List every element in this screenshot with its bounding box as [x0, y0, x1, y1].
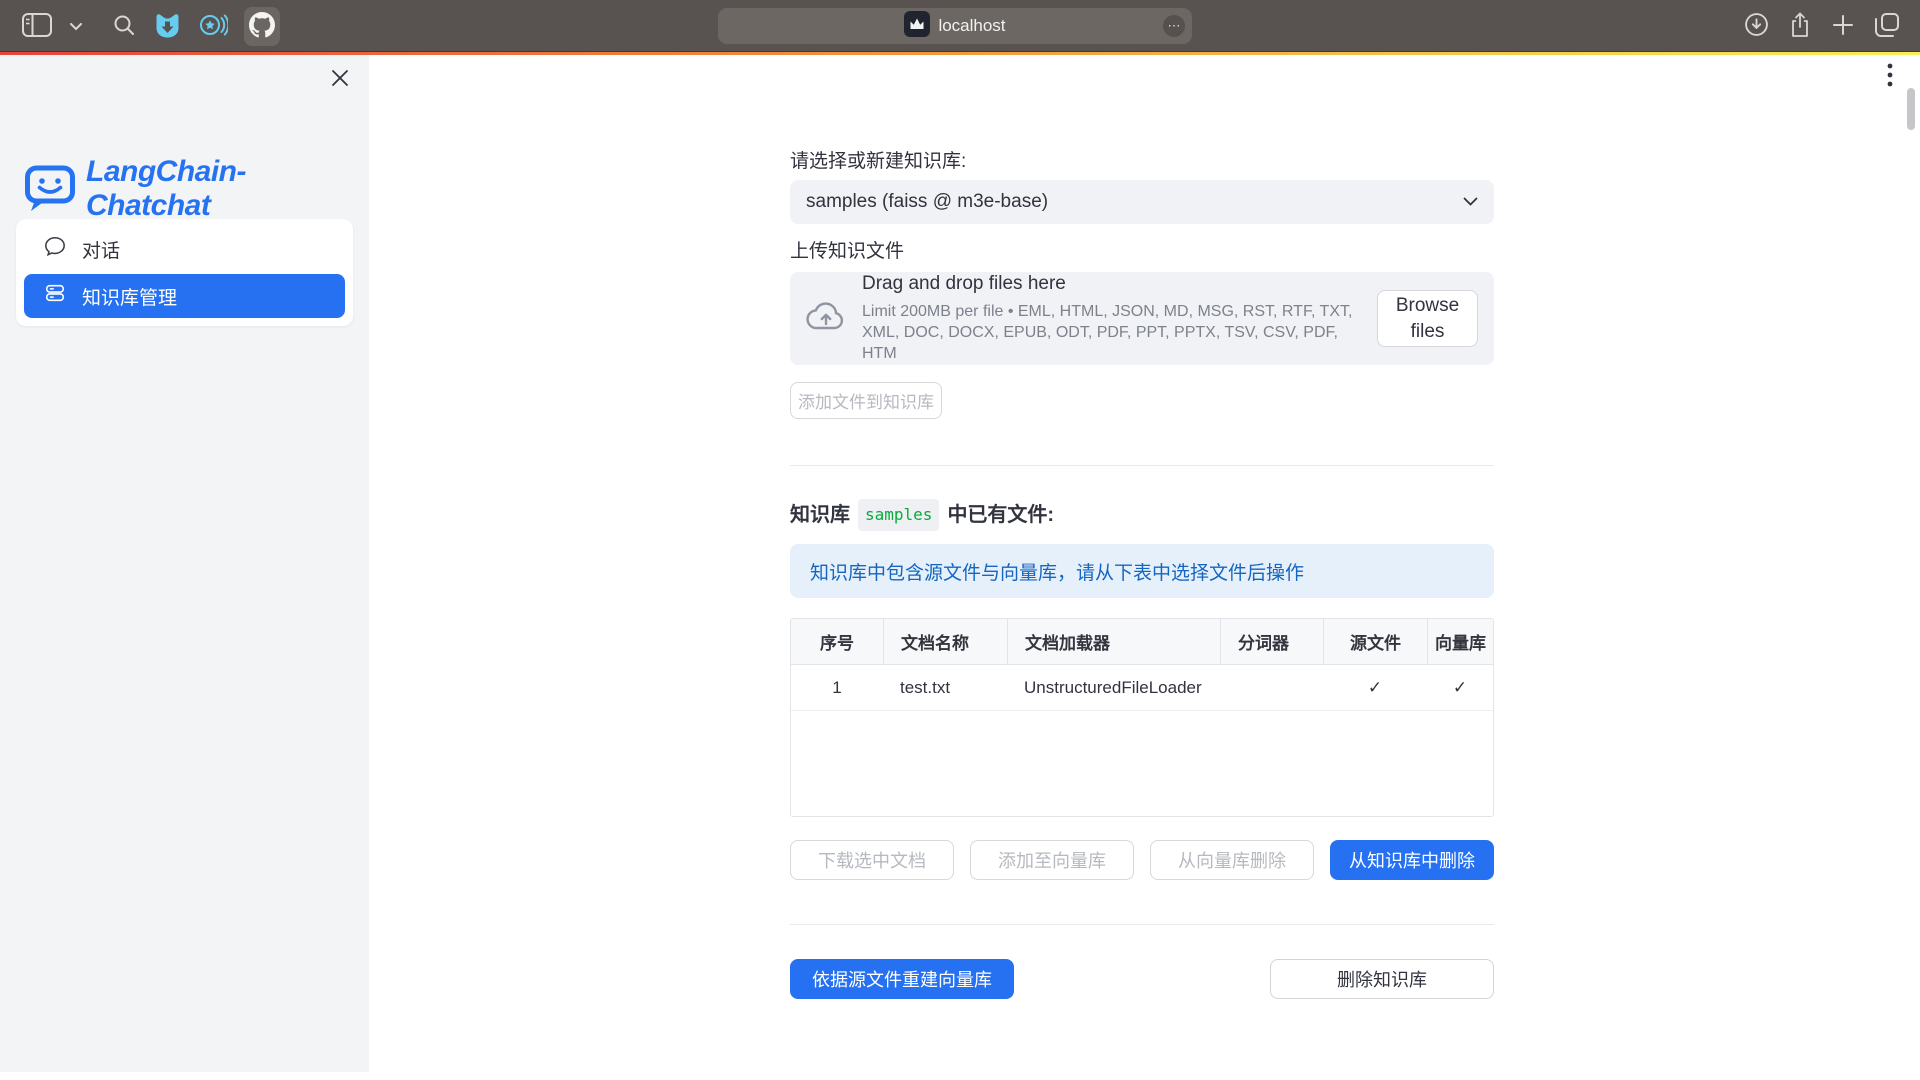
scrollbar-thumb[interactable] — [1907, 88, 1915, 130]
cell-vectorstore-check: ✓ — [1427, 665, 1493, 710]
delete-from-vectorstore-button[interactable]: 从向量库删除 — [1150, 840, 1314, 880]
sidebar-toggle-button[interactable] — [20, 11, 54, 42]
chevron-down-icon — [70, 19, 82, 34]
app-logo: LangChain-Chatchat — [24, 155, 369, 223]
cell-docname: test.txt — [883, 665, 1007, 710]
files-table[interactable]: 序号 文档名称 文档加载器 分词器 源文件 向量库 1 test.txt Uns… — [790, 618, 1494, 817]
cell-loader: UnstructuredFileLoader — [1007, 665, 1220, 710]
github-icon — [249, 12, 275, 41]
table-row[interactable]: 1 test.txt UnstructuredFileLoader ✓ ✓ — [791, 665, 1493, 711]
col-header-sourcefile: 源文件 — [1323, 619, 1427, 664]
url-text: localhost — [938, 16, 1005, 36]
col-header-index: 序号 — [791, 619, 883, 664]
col-header-vectorstore: 向量库 — [1427, 619, 1493, 664]
page-settings-button[interactable]: ⋯ — [1163, 15, 1185, 37]
kb-select-label: 请选择或新建知识库: — [790, 150, 1494, 174]
cell-index: 1 — [791, 665, 883, 710]
dropzone-hint: Limit 200MB per file • EML, HTML, JSON, … — [862, 301, 1361, 364]
files-heading: 知识库 samples 中已有文件: — [790, 499, 1494, 531]
sidebar-close-button[interactable] — [331, 69, 349, 90]
cell-splitter — [1220, 665, 1323, 710]
add-files-button[interactable]: 添加文件到知识库 — [790, 382, 942, 419]
app-logo-text: LangChain-Chatchat — [86, 155, 369, 223]
sidebar-item-knowledge-base[interactable]: 知识库管理 — [24, 274, 345, 318]
kb-name-chip: samples — [858, 499, 939, 531]
delete-from-kb-button[interactable]: 从知识库中删除 — [1330, 840, 1494, 880]
dropzone-title: Drag and drop files here — [862, 273, 1361, 295]
downloads-button[interactable] — [1742, 10, 1771, 42]
circles-star-icon — [199, 12, 228, 41]
search-icon — [112, 13, 136, 40]
chat-bubble-logo-icon — [24, 161, 76, 218]
file-dropzone[interactable]: Drag and drop files here Limit 200MB per… — [790, 272, 1494, 365]
sidebar: LangChain-Chatchat 对话 知识库管理 — [0, 55, 369, 1072]
download-icon — [1744, 12, 1769, 40]
plus-icon — [1831, 13, 1855, 40]
kebab-icon — [1886, 76, 1894, 91]
main-content: 请选择或新建知识库: samples (faiss @ m3e-base) 上传… — [790, 55, 1494, 999]
cloud-upload-icon — [806, 300, 846, 337]
add-to-vectorstore-button[interactable]: 添加至向量库 — [970, 840, 1134, 880]
sidebar-menu-chevron[interactable] — [68, 17, 84, 36]
delete-kb-button[interactable]: 删除知识库 — [1270, 959, 1494, 999]
browser-toolbar: localhost ⋯ — [0, 0, 1920, 52]
rebuild-vectorstore-button[interactable]: 依据源文件重建向量库 — [790, 959, 1014, 999]
share-icon — [1788, 11, 1812, 42]
new-tab-button[interactable] — [1829, 11, 1857, 42]
chat-icon — [44, 235, 66, 263]
chevron-down-icon — [1463, 191, 1478, 213]
extension-cat-badge-button[interactable] — [152, 9, 183, 44]
file-actions: 下载选中文档 添加至向量库 从向量库删除 从知识库中删除 — [790, 840, 1494, 880]
extension-github-button[interactable] — [244, 7, 280, 46]
kb-select[interactable]: samples (faiss @ m3e-base) — [790, 180, 1494, 224]
tab-overview-button[interactable] — [1872, 10, 1902, 43]
database-icon — [44, 282, 66, 310]
sidebar-item-dialogue[interactable]: 对话 — [24, 227, 345, 271]
divider — [790, 924, 1494, 925]
sidebar-item-label: 对话 — [82, 236, 120, 263]
browse-files-button[interactable]: Browse files — [1377, 290, 1478, 347]
upload-label: 上传知识文件 — [790, 240, 1494, 264]
files-heading-prefix: 知识库 — [790, 501, 850, 529]
close-icon — [331, 75, 349, 90]
download-selected-button[interactable]: 下载选中文档 — [790, 840, 954, 880]
files-heading-suffix: 中已有文件: — [947, 501, 1054, 529]
kb-bottom-actions: 依据源文件重建向量库 删除知识库 — [790, 959, 1494, 999]
cell-sourcefile-check: ✓ — [1323, 665, 1427, 710]
share-button[interactable] — [1786, 9, 1814, 44]
address-bar[interactable]: localhost ⋯ — [718, 8, 1192, 44]
sidebar-nav: 对话 知识库管理 — [16, 219, 353, 326]
site-favicon — [904, 11, 930, 42]
col-header-splitter: 分词器 — [1220, 619, 1323, 664]
app-menu-button[interactable] — [1886, 62, 1894, 91]
info-banner: 知识库中包含源文件与向量库，请从下表中选择文件后操作 — [790, 544, 1494, 598]
table-header-row: 序号 文档名称 文档加载器 分词器 源文件 向量库 — [791, 619, 1493, 665]
search-button[interactable] — [110, 11, 138, 42]
extension-circles-star-button[interactable] — [197, 10, 230, 43]
kb-select-value: samples (faiss @ m3e-base) — [806, 191, 1463, 213]
divider — [790, 465, 1494, 466]
cat-badge-download-icon — [154, 11, 181, 42]
sidebar-item-label: 知识库管理 — [82, 283, 177, 310]
tabs-icon — [1874, 12, 1900, 41]
sidebar-toggle-icon — [22, 13, 52, 40]
col-header-docname: 文档名称 — [883, 619, 1007, 664]
col-header-loader: 文档加载器 — [1007, 619, 1220, 664]
